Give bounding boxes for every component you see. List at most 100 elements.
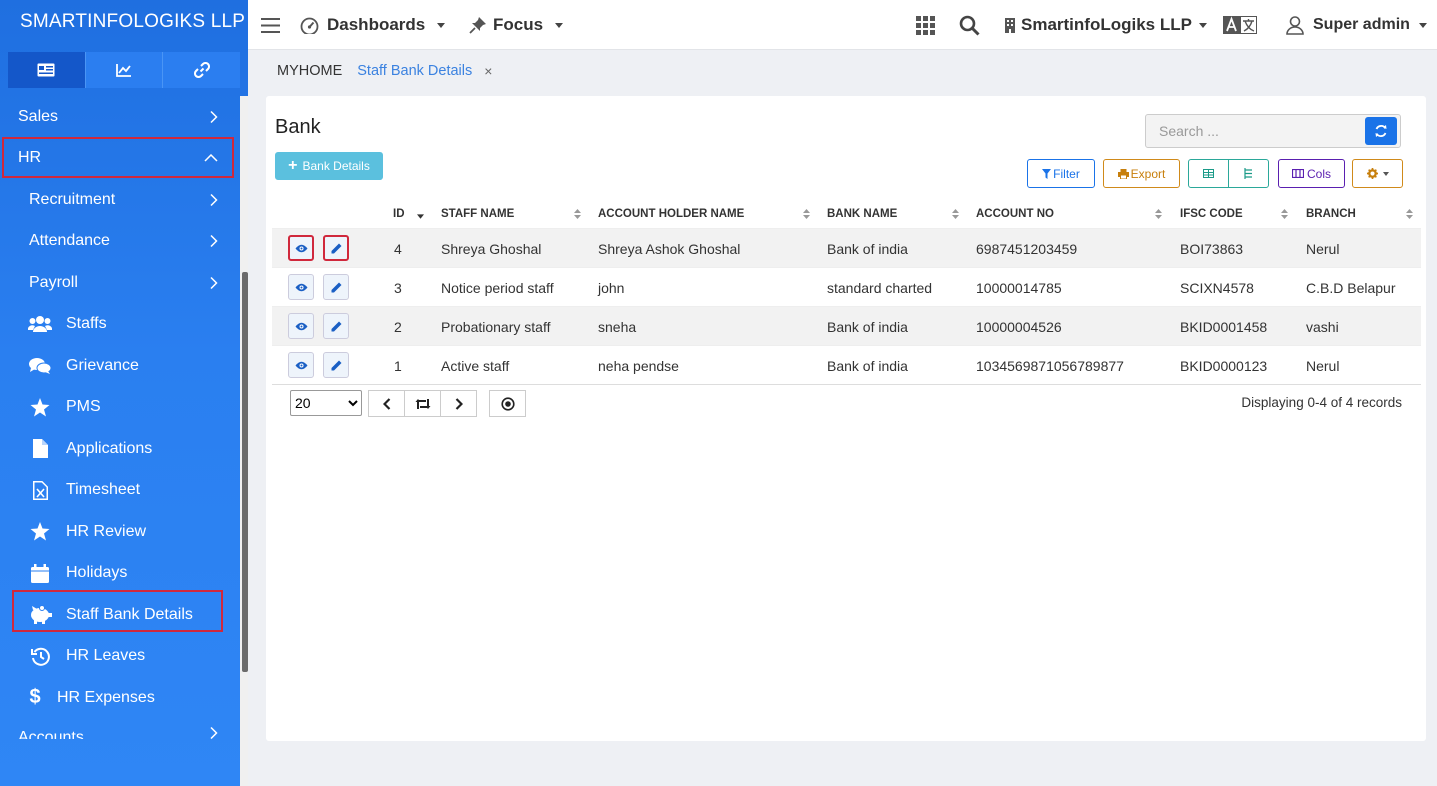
- prev-page-button[interactable]: [368, 390, 405, 417]
- record-view-button[interactable]: [489, 390, 526, 417]
- translate-icon[interactable]: [1223, 0, 1257, 50]
- id-card-icon[interactable]: [8, 52, 86, 88]
- sort-icon[interactable]: [1155, 209, 1162, 219]
- sidebar-item-applications[interactable]: Applications: [0, 428, 240, 470]
- sidebar-item-hr[interactable]: HR: [0, 138, 240, 180]
- sidebar-item-grievance[interactable]: Grievance: [0, 345, 240, 387]
- hamburger-menu-icon[interactable]: [261, 0, 280, 50]
- chevron-down-icon: [1198, 22, 1207, 28]
- breadcrumb-home[interactable]: MYHOME: [277, 63, 342, 79]
- table-row[interactable]: 3 Notice period staff john standard char…: [272, 267, 1421, 306]
- grid-view-button[interactable]: [1188, 159, 1229, 188]
- column-header-id[interactable]: ID: [393, 208, 405, 220]
- chevron-right-icon: [210, 726, 218, 739]
- columns-icon: [1291, 169, 1304, 178]
- breadcrumb-current-tab[interactable]: Staff Bank Details: [357, 63, 472, 79]
- print-icon: [1117, 168, 1129, 179]
- star-icon: [28, 520, 52, 544]
- sidebar-item-pms[interactable]: PMS: [0, 387, 240, 429]
- comments-icon: [28, 354, 52, 378]
- sidebar-item-hr-expenses[interactable]: $ HR Expenses: [0, 677, 240, 719]
- sidebar-item-hr-review[interactable]: HR Review: [0, 511, 240, 553]
- cell-account-holder: Shreya Ashok Ghoshal: [598, 241, 741, 257]
- sidebar-item-label: Sales: [18, 107, 59, 125]
- sidebar-item-holidays[interactable]: Holidays: [0, 553, 240, 595]
- table-row[interactable]: 2 Probationary staff sneha Bank of india…: [272, 306, 1421, 345]
- sidebar-item-attendance[interactable]: Attendance: [0, 221, 240, 263]
- cell-bank-name: standard charted: [827, 280, 933, 296]
- history-icon: [28, 644, 52, 668]
- reload-page-button[interactable]: [404, 390, 441, 417]
- view-button[interactable]: [288, 274, 314, 300]
- column-header-staff-name[interactable]: STAFF NAME: [441, 208, 514, 220]
- edit-button[interactable]: [323, 352, 349, 378]
- page-size-select[interactable]: 20: [290, 390, 362, 416]
- sidebar-item-hr-leaves[interactable]: HR Leaves: [0, 636, 240, 678]
- cell-ifsc-code: BKID0001458: [1180, 319, 1268, 335]
- search-icon[interactable]: [959, 0, 980, 50]
- sidebar-item-accounts[interactable]: Accounts: [0, 719, 240, 739]
- eye-icon: [295, 283, 307, 291]
- column-header-account-holder[interactable]: ACCOUNT HOLDER NAME: [598, 208, 744, 220]
- refresh-icon[interactable]: [1365, 117, 1397, 145]
- dashboards-menu[interactable]: Dashboards: [300, 0, 446, 50]
- sidebar-item-sales[interactable]: Sales: [0, 96, 240, 138]
- table-header: ID STAFF NAME ACCOUNT HOLDER NAME BANK N…: [272, 200, 1421, 228]
- sidebar-item-payroll[interactable]: Payroll: [0, 262, 240, 304]
- sort-icon[interactable]: [803, 209, 810, 219]
- sort-desc-icon[interactable]: [417, 212, 424, 222]
- focus-menu[interactable]: Focus: [469, 0, 564, 50]
- excel-file-icon: [28, 478, 52, 502]
- company-switcher[interactable]: SmartinfoLogiks LLP: [1005, 0, 1207, 50]
- sidebar-item-timesheet[interactable]: Timesheet: [0, 470, 240, 512]
- column-header-account-no[interactable]: ACCOUNT NO: [976, 208, 1054, 220]
- user-menu[interactable]: Super admin: [1286, 0, 1427, 50]
- filter-button[interactable]: Filter: [1027, 159, 1095, 188]
- sidebar-item-recruitment[interactable]: Recruitment: [0, 179, 240, 221]
- brand-logo[interactable]: SMARTINFOLOGIKS LLP: [0, 0, 248, 44]
- column-header-bank-name[interactable]: BANK NAME: [827, 208, 897, 220]
- sidebar-menu: Sales HR Recruitment Attendance Payroll …: [0, 96, 240, 739]
- apps-grid-icon[interactable]: [916, 0, 935, 50]
- edit-button[interactable]: [323, 235, 349, 261]
- sort-icon[interactable]: [952, 209, 959, 219]
- view-button[interactable]: [288, 352, 314, 378]
- star-icon: [28, 395, 52, 419]
- plus-icon: +: [288, 157, 298, 174]
- sidebar-item-label: HR Expenses: [57, 688, 155, 706]
- sidebar-item-staffs[interactable]: Staffs: [0, 304, 240, 346]
- breadcrumb: MYHOME Staff Bank Details ×: [277, 62, 492, 80]
- export-button[interactable]: Export: [1103, 159, 1180, 188]
- edit-button[interactable]: [323, 274, 349, 300]
- sort-icon[interactable]: [1406, 209, 1413, 219]
- sort-icon[interactable]: [574, 209, 581, 219]
- view-button[interactable]: [288, 235, 314, 261]
- column-header-ifsc-code[interactable]: IFSC CODE: [1180, 208, 1243, 220]
- next-page-button[interactable]: [440, 390, 477, 417]
- search-input[interactable]: [1146, 115, 1356, 147]
- sidebar-item-staff-bank-details[interactable]: Staff Bank Details: [0, 594, 240, 636]
- eye-icon: [295, 322, 307, 330]
- list-view-button[interactable]: [1228, 159, 1269, 188]
- edit-button[interactable]: [323, 313, 349, 339]
- chevron-right-icon: [455, 397, 463, 410]
- column-header-branch[interactable]: BRANCH: [1306, 208, 1356, 220]
- settings-button[interactable]: [1352, 159, 1403, 188]
- close-tab-icon[interactable]: ×: [484, 63, 492, 79]
- search-box: [1145, 114, 1401, 148]
- cell-staff-name: Active staff: [441, 358, 510, 374]
- table-row[interactable]: 1 Active staff neha pendse Bank of india…: [272, 345, 1421, 384]
- chevron-right-icon: [210, 276, 218, 289]
- table-row[interactable]: 4 Shreya Ghoshal Shreya Ashok Ghoshal Ba…: [272, 228, 1421, 267]
- sidebar-scrollbar-thumb[interactable]: [242, 272, 248, 672]
- sidebar-item-label: Grievance: [66, 356, 139, 374]
- sort-icon[interactable]: [1281, 209, 1288, 219]
- chart-line-icon[interactable]: [86, 52, 164, 88]
- columns-button[interactable]: Cols: [1278, 159, 1345, 188]
- piggy-bank-icon: [28, 603, 52, 627]
- view-button[interactable]: [288, 313, 314, 339]
- link-icon[interactable]: [163, 52, 240, 88]
- add-bank-details-button[interactable]: + Bank Details: [275, 152, 383, 180]
- cell-staff-name: Shreya Ghoshal: [441, 241, 542, 257]
- sidebar-item-label: Staffs: [66, 315, 107, 333]
